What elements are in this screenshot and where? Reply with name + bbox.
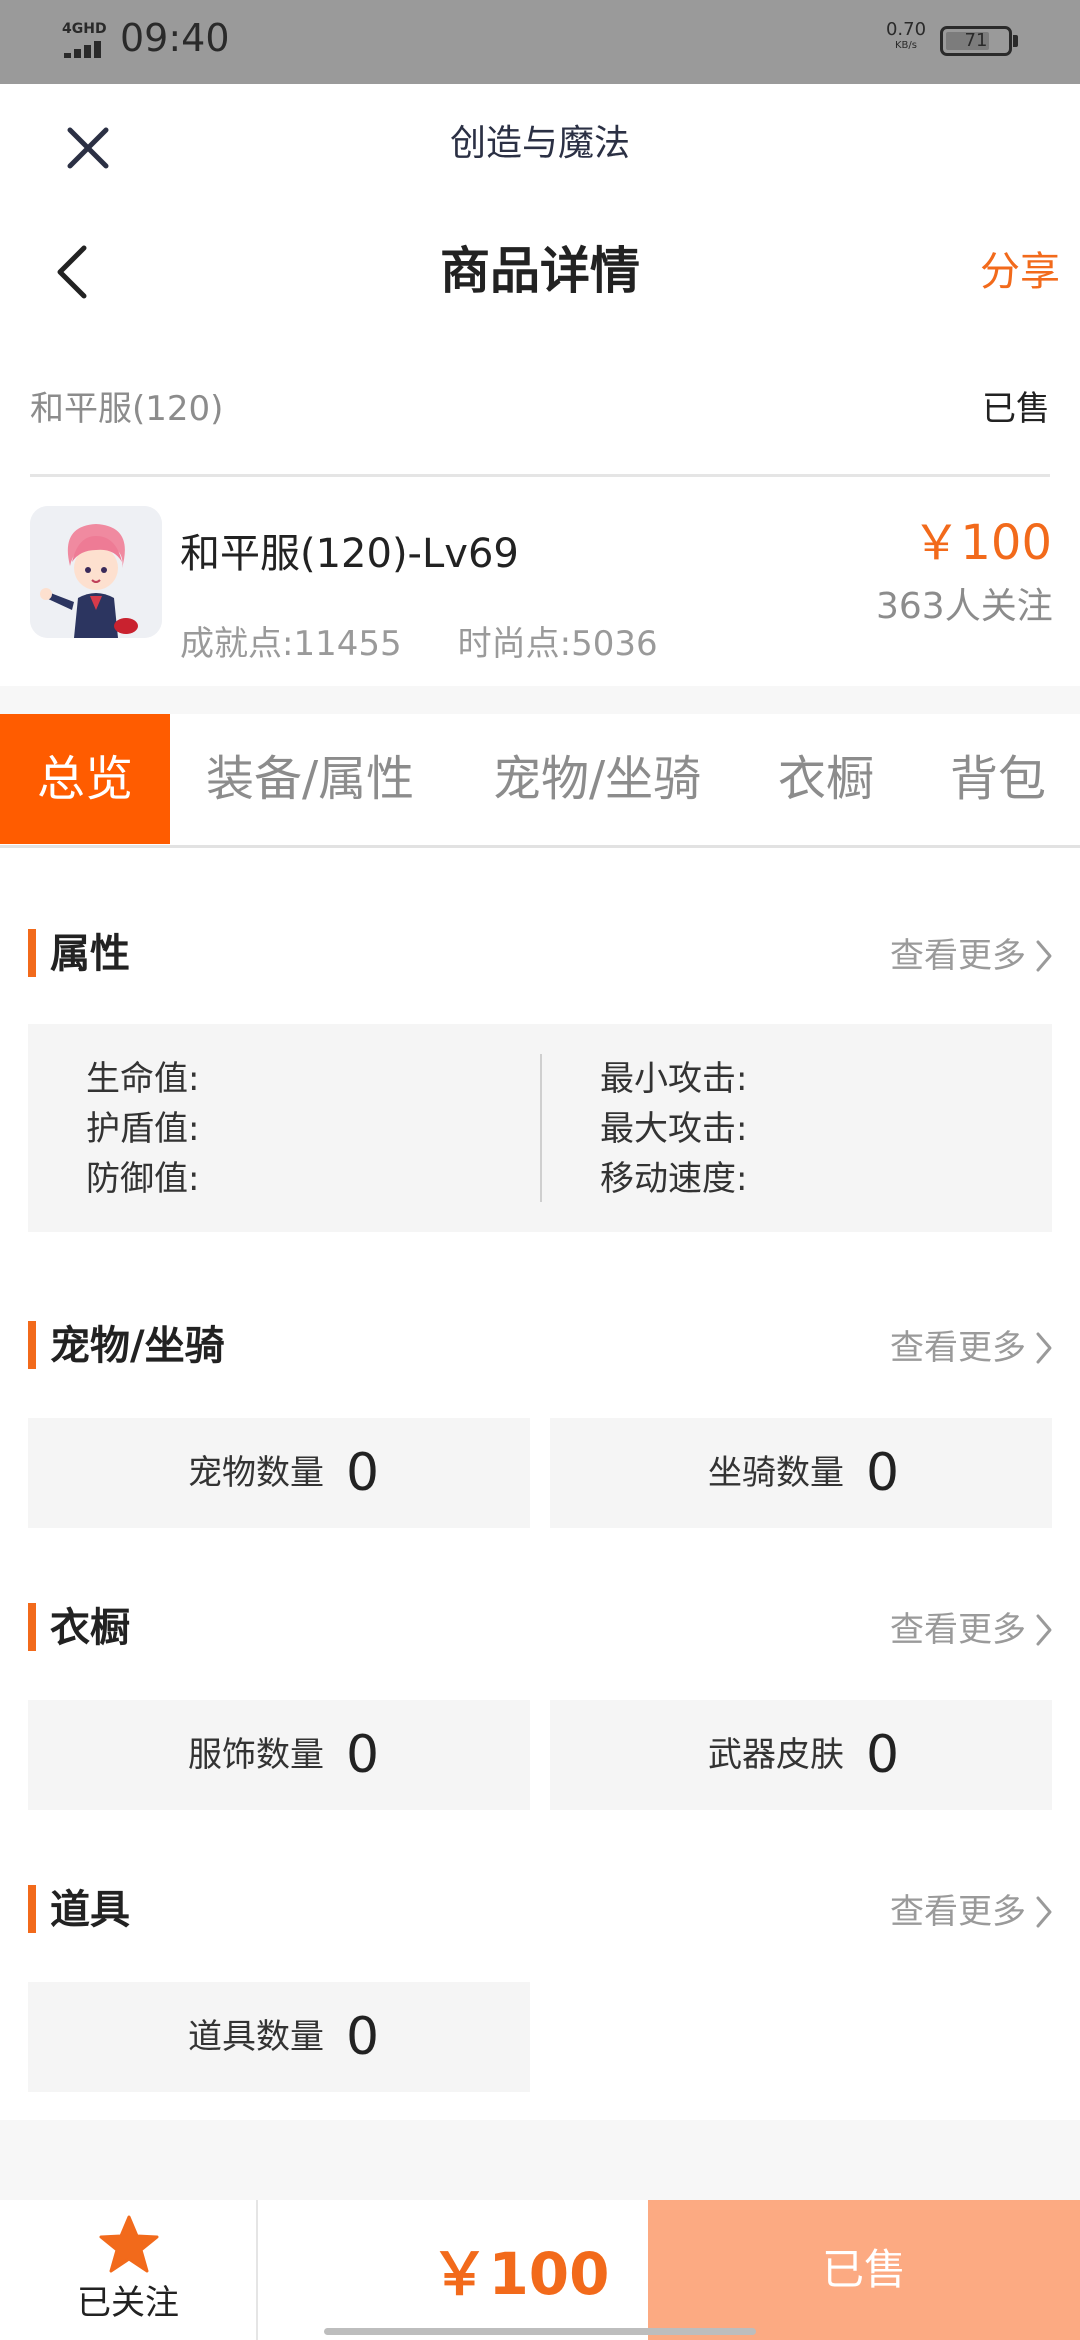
status-time: 09:40 [120, 16, 230, 60]
section-marker [28, 1603, 36, 1651]
tab-equipment[interactable]: 装备/属性 [206, 714, 414, 844]
tab-bar: 总览 装备/属性 宠物/坐骑 衣橱 背包 [0, 714, 1080, 848]
chevron-left-icon [57, 245, 87, 299]
tab-backpack[interactable]: 背包 [950, 714, 1046, 844]
stat-label: 服饰数量 [188, 1735, 324, 1775]
character-avatar-icon [30, 506, 162, 638]
tab-overview[interactable]: 总览 [0, 714, 170, 844]
stat-label: 宠物数量 [188, 1453, 324, 1493]
home-indicator[interactable] [324, 2328, 756, 2335]
product-subname: 和平服(120) [30, 389, 224, 429]
status-bar: 4GHD 09:40 0.70 KB/s 71 [0, 0, 1080, 84]
close-icon [67, 127, 109, 169]
chevron-right-icon [1036, 1332, 1052, 1363]
section-marker [28, 1321, 36, 1369]
star-icon [99, 2215, 159, 2273]
view-more-attributes[interactable]: 查看更多 [890, 924, 1054, 986]
network-type: 4GHD [62, 21, 107, 37]
stat-label: 武器皮肤 [708, 1735, 844, 1775]
product-price: ￥100 [912, 515, 1052, 571]
app-title: 创造与魔法 [449, 123, 630, 164]
close-button[interactable] [58, 118, 118, 178]
chevron-right-icon [1036, 940, 1052, 971]
view-more-pets[interactable]: 查看更多 [890, 1316, 1054, 1378]
product-title: 和平服(120)-Lv69 [180, 531, 519, 577]
stat-card-items: 道具数量 0 [28, 1982, 530, 2092]
stat-value: 0 [346, 1443, 380, 1503]
stat-card-outfits: 服饰数量 0 [28, 1700, 530, 1810]
section-title-pets: 宠物/坐骑 [50, 1323, 225, 1369]
achievement-points: 成就点:11455 [180, 624, 402, 664]
stat-card-mounts: 坐骑数量 0 [550, 1418, 1052, 1528]
bottom-price: ￥100 [430, 2240, 610, 2308]
follow-label: 已关注 [77, 2283, 179, 2323]
divider [256, 2200, 258, 2340]
section-title-wardrobe: 衣橱 [50, 1605, 130, 1651]
tab-pets[interactable]: 宠物/坐骑 [493, 714, 701, 844]
sold-button[interactable]: 已售 [648, 2200, 1080, 2340]
page-title: 商品详情 [440, 242, 640, 300]
product-stats: 成就点:11455 时尚点:5036 [180, 618, 714, 670]
battery-cap [1013, 35, 1018, 47]
section-marker [28, 929, 36, 977]
product-status: 已售 [982, 389, 1050, 429]
product-avatar [30, 506, 162, 638]
follower-count: 363人关注 [876, 586, 1053, 627]
attr-defense: 防御值: [86, 1159, 200, 1199]
network-speed-unit: KB/s [895, 40, 917, 51]
section-title-items: 道具 [50, 1887, 130, 1933]
section-title-attributes: 属性 [50, 931, 130, 977]
view-more-label: 查看更多 [890, 1891, 1026, 1932]
stat-card-pets: 宠物数量 0 [28, 1418, 530, 1528]
view-more-items[interactable]: 查看更多 [890, 1880, 1054, 1942]
divider [30, 474, 1050, 477]
stat-label: 坐骑数量 [708, 1453, 844, 1493]
stat-value: 0 [866, 1725, 900, 1785]
attr-move-speed: 移动速度: [600, 1159, 748, 1199]
view-more-label: 查看更多 [890, 1327, 1026, 1368]
attr-hp: 生命值: [86, 1059, 200, 1099]
attributes-divider [540, 1054, 542, 1202]
attr-min-attack: 最小攻击: [600, 1059, 748, 1099]
share-button[interactable]: 分享 [930, 244, 1060, 300]
stat-card-weapon-skins: 武器皮肤 0 [550, 1700, 1052, 1810]
view-more-wardrobe[interactable]: 查看更多 [890, 1598, 1054, 1660]
view-more-label: 查看更多 [890, 935, 1026, 976]
section-marker [28, 1885, 36, 1933]
tab-wardrobe[interactable]: 衣橱 [778, 714, 874, 844]
attr-shield: 护盾值: [86, 1109, 200, 1149]
chevron-right-icon [1036, 1896, 1052, 1927]
signal-icon [64, 40, 108, 58]
chevron-right-icon [1036, 1614, 1052, 1645]
stat-value: 0 [346, 2007, 380, 2067]
stat-value: 0 [346, 1725, 380, 1785]
back-button[interactable] [50, 240, 100, 304]
stat-label: 道具数量 [188, 2017, 324, 2057]
view-more-label: 查看更多 [890, 1609, 1026, 1650]
network-speed-value: 0.70 [885, 19, 927, 40]
battery-icon: 71 [940, 26, 1012, 56]
network-speed: 0.70 KB/s [880, 20, 932, 52]
attr-max-attack: 最大攻击: [600, 1109, 748, 1149]
fashion-points: 时尚点:5036 [457, 624, 658, 664]
stat-value: 0 [866, 1443, 900, 1503]
battery-level: 71 [964, 30, 988, 51]
